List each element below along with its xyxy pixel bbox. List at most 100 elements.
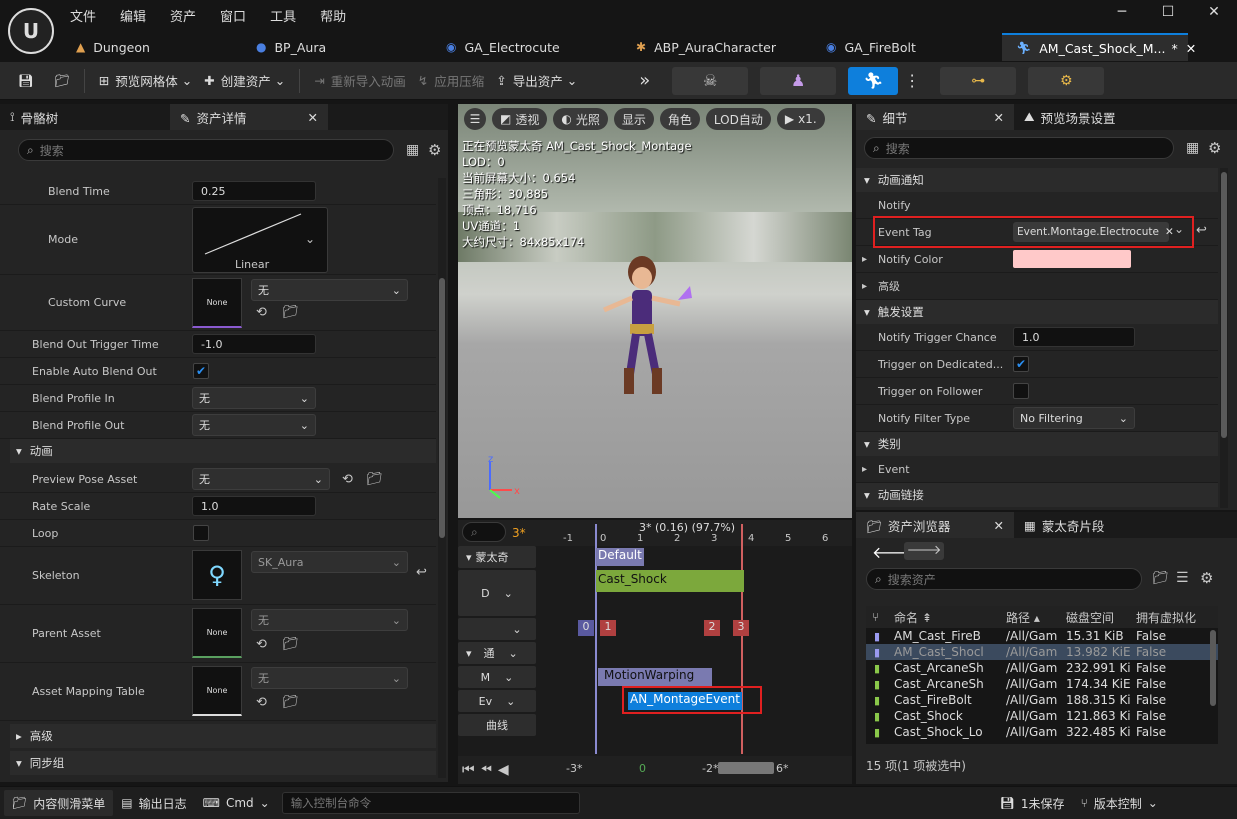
playhead-line[interactable] xyxy=(741,524,743,754)
search-input[interactable]: ⌕ 搜索 xyxy=(18,139,394,161)
source-control-button[interactable]: ⑂ 版本控制 ⌄ xyxy=(1073,790,1166,816)
blend-time-field[interactable]: 0.25 xyxy=(192,181,316,201)
section-advanced[interactable]: ▸ 高级 xyxy=(10,724,436,748)
preview-mesh-button[interactable]: ⊞ 预览网格体 ⌄ xyxy=(93,67,198,95)
gear-icon[interactable]: ⚙︎ xyxy=(1200,569,1213,587)
column-settings-icon[interactable]: ⑂ xyxy=(866,610,894,624)
gear-icon[interactable]: ⚙︎ xyxy=(1208,139,1221,157)
mapping-thumbnail[interactable]: None xyxy=(192,666,242,716)
slot-track-header[interactable]: D ⌄ xyxy=(458,570,536,616)
tab-am-cast-shock[interactable]: 🏃︎ AM_Cast_Shock_M... * ✕ xyxy=(1002,33,1196,61)
animation-mode-button[interactable]: 🏃︎ xyxy=(848,66,899,95)
lighting-button[interactable]: ◐ 光照 xyxy=(553,108,608,130)
export-asset-button[interactable]: ⇪ 导出资产 ⌄ xyxy=(490,67,583,95)
scrollbar-thumb[interactable] xyxy=(1221,172,1227,438)
custom-curve-dropdown[interactable]: 无 ⌄ xyxy=(251,279,408,301)
tab-dungeon[interactable]: ▲ Dungeon xyxy=(62,33,242,61)
show-button[interactable]: 显示 xyxy=(613,108,654,130)
section-anim-notify[interactable]: ▾ 动画通知 xyxy=(856,168,1218,192)
filter-type-dropdown[interactable]: No Filtering ⌄ xyxy=(1013,407,1135,429)
minimize-icon[interactable]: ─ xyxy=(1099,4,1145,20)
maximize-icon[interactable]: ☐ xyxy=(1145,4,1191,20)
character-button[interactable]: 角色 xyxy=(659,108,700,130)
table-row[interactable]: ▮ AM_Cast_Shocl/All/Gam 13.982 KiE False xyxy=(866,644,1218,660)
browse-icon[interactable]: 📁︎ xyxy=(48,67,76,95)
details-search-input[interactable]: ⌕ 搜索 xyxy=(864,137,1174,159)
notify-track-header[interactable]: ▾ 通 ⌄ xyxy=(458,642,536,664)
section-marker[interactable]: 0 xyxy=(578,620,594,636)
default-slot[interactable]: Default xyxy=(596,548,644,566)
create-asset-button[interactable]: ✚ 创建资产 ⌄ xyxy=(198,67,291,95)
menu-window[interactable]: 窗口 xyxy=(220,6,246,25)
perspective-button[interactable]: ◩ 透视 xyxy=(492,108,548,130)
notify-color-swatch[interactable] xyxy=(1013,250,1131,268)
tab-preview-scene[interactable]: ⛰ 预览场景设置 xyxy=(1014,104,1126,130)
column-path[interactable]: 路径 ▴ xyxy=(1006,609,1066,626)
mesh-mode-button[interactable]: ♟︎ xyxy=(760,66,837,95)
close-icon[interactable]: ✕ xyxy=(994,518,1004,533)
browse-folder-icon[interactable]: 📁︎ xyxy=(282,637,299,652)
gear-icon[interactable]: ⚙︎ xyxy=(428,141,441,159)
table-row[interactable]: ▮ Cast_ArcaneSh/All/Gam 232.991 Ki False xyxy=(866,660,1218,676)
trigger-follower-checkbox[interactable] xyxy=(1013,383,1029,399)
asset-list-scrollbar[interactable] xyxy=(1210,630,1216,706)
scrollbar-thumb[interactable] xyxy=(439,278,445,538)
tab-ga-firebolt[interactable]: ◉ GA_FireBolt xyxy=(812,33,1002,61)
cast-shock-segment[interactable]: Cast_Shock xyxy=(596,570,744,592)
browse-folder-icon[interactable]: 📁︎ xyxy=(282,695,299,710)
table-row[interactable]: ▮ Cast_Shock/All/Gam 121.863 Ki False xyxy=(866,708,1218,724)
table-row[interactable]: ▮ AM_Cast_FireB/All/Gam 15.31 KiB False xyxy=(866,628,1218,644)
parent-thumbnail[interactable]: None xyxy=(192,608,242,658)
tab-bp-aura[interactable]: ● BP_Aura xyxy=(242,33,432,61)
viewport-menu-icon[interactable]: ☰ xyxy=(464,108,486,130)
tab-close-icon[interactable]: ✕ xyxy=(1186,41,1196,56)
skeleton-thumbnail-icon[interactable]: ♀ xyxy=(192,550,242,600)
section-sync-group[interactable]: ▾ 同步组 xyxy=(10,751,436,775)
forward-arrow-icon[interactable]: 🡒 xyxy=(904,542,944,560)
use-selected-icon[interactable]: ⟲ xyxy=(342,472,353,487)
blend-out-trigger-field[interactable]: -1.0 xyxy=(192,334,316,354)
more-options-icon[interactable]: ⋮ xyxy=(898,67,926,95)
mapping-table-dropdown[interactable]: 无 ⌄ xyxy=(251,667,408,689)
skip-start-icon[interactable]: ⏮︎ xyxy=(462,762,475,778)
save-icon[interactable]: 💾︎ xyxy=(12,67,40,95)
browse-folder-icon[interactable]: 📁︎ xyxy=(282,305,299,320)
console-input[interactable]: 输入控制台命令 xyxy=(281,792,580,814)
montage-track-header[interactable]: ▾ 蒙太奇 xyxy=(458,546,536,568)
menu-tools[interactable]: 工具 xyxy=(270,6,296,25)
trigger-dedicated-checkbox[interactable]: ✔ xyxy=(1013,356,1029,372)
loop-checkbox[interactable] xyxy=(193,525,209,541)
section-trigger-settings[interactable]: ▾ 触发设置 xyxy=(856,300,1218,324)
reset-icon[interactable]: ↩ xyxy=(416,565,427,580)
column-size[interactable]: 磁盘空间 xyxy=(1066,609,1136,626)
lod-button[interactable]: LOD自动 xyxy=(705,108,771,130)
close-icon[interactable]: ✕ xyxy=(1191,4,1237,20)
unreal-logo-icon[interactable]: U xyxy=(8,8,54,54)
close-icon[interactable]: ✕ xyxy=(308,110,318,125)
menu-edit[interactable]: 编辑 xyxy=(120,6,146,25)
asset-search-input[interactable]: ⌕ 搜索资产 xyxy=(866,568,1142,590)
event-row[interactable]: ▸ Event xyxy=(856,456,1218,483)
motion-warping-notify[interactable]: MotionWarping xyxy=(598,668,712,686)
filter-icon[interactable]: ☰ xyxy=(1176,570,1189,586)
curves-track-header[interactable]: 曲线 xyxy=(458,714,536,736)
section-marker[interactable]: 1 xyxy=(600,620,616,636)
advanced-row[interactable]: ▸ 高级 xyxy=(856,273,1218,300)
section-marker[interactable]: 3 xyxy=(733,620,749,636)
timeline-ruler[interactable]: -1 0 1 2 3 4 5 6 xyxy=(553,533,853,546)
blueprint-mode-button[interactable]: ⊶ xyxy=(940,66,1017,95)
left-scrollbar[interactable] xyxy=(438,178,446,778)
browse-folder-icon[interactable]: 📁︎ xyxy=(366,472,383,487)
skeleton-dropdown[interactable]: SK_Aura ⌄ xyxy=(251,551,408,573)
menu-asset[interactable]: 资产 xyxy=(170,6,196,25)
output-log-button[interactable]: ▤ 输出日志 xyxy=(113,790,194,816)
table-row[interactable]: ▮ Cast_FireBolt/All/Gam 188.315 Ki False xyxy=(866,692,1218,708)
curve-thumbnail[interactable]: None xyxy=(192,278,242,328)
section-category[interactable]: ▾ 类别 xyxy=(856,432,1218,456)
section-track-header[interactable]: ⌄ xyxy=(458,618,536,640)
menu-help[interactable]: 帮助 xyxy=(320,6,346,25)
folder-filter-icon[interactable]: 📁︎ xyxy=(1152,571,1169,586)
preview-pose-dropdown[interactable]: 无 ⌄ xyxy=(192,468,330,490)
tab-ga-electrocute[interactable]: ◉ GA_Electrocute xyxy=(432,33,622,61)
rate-scale-field[interactable]: 1.0 xyxy=(192,496,316,516)
